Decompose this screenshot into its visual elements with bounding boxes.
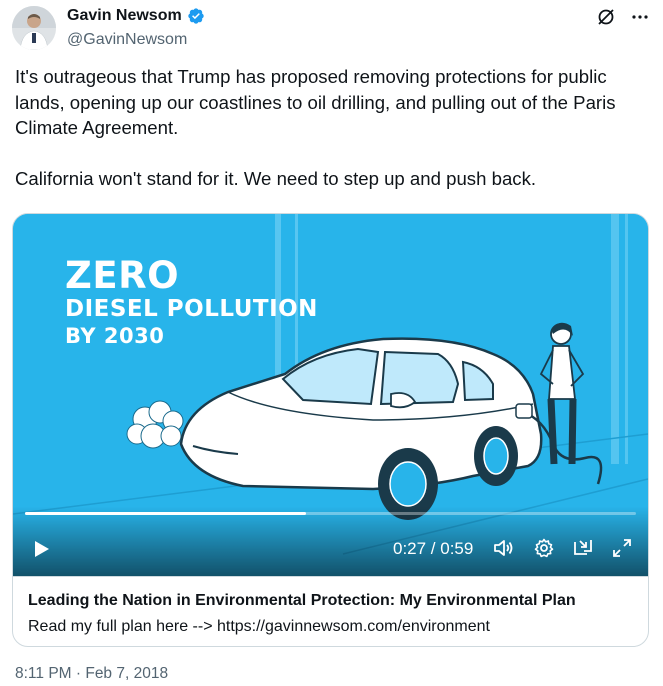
video-overlay-by-2030: BY 2030 [65,324,165,348]
play-icon[interactable] [30,538,52,560]
author-handle[interactable]: @GavinNewsom [67,30,187,50]
pop-out-icon[interactable] [572,537,594,559]
video-player[interactable]: ZERO DIESEL POLLUTION BY 2030 0:27 / 0:5… [13,214,648,576]
verified-badge-icon[interactable] [187,7,205,25]
video-overlay-diesel-pollution: DIESEL POLLUTION [65,296,318,322]
card-title[interactable]: Leading the Nation in Environmental Prot… [28,591,576,611]
avatar[interactable] [12,6,56,50]
link-card-info[interactable]: Leading the Nation in Environmental Prot… [13,576,648,646]
volume-icon[interactable] [492,537,514,559]
card-description[interactable]: Read my full plan here --> https://gavin… [28,617,490,637]
more-icon[interactable] [629,6,651,28]
tweet-text: It's outrageous that Trump has proposed … [15,66,616,189]
video-card[interactable]: ZERO DIESEL POLLUTION BY 2030 0:27 / 0:5… [12,213,649,647]
author-name-row: Gavin Newsom [67,6,205,26]
author-display-name[interactable]: Gavin Newsom [67,6,182,26]
header-actions [595,6,651,28]
settings-gear-icon[interactable] [533,537,555,559]
tweet-timestamp[interactable]: 8:11 PM · Feb 7, 2018 [15,664,168,684]
video-progress-bar[interactable] [25,512,636,515]
grok-icon[interactable] [595,6,617,28]
video-progress-fill [25,512,307,515]
video-time-display: 0:27 / 0:59 [393,539,474,558]
avatar-photo [12,6,56,50]
video-overlay-zero: ZERO [65,254,180,297]
fullscreen-icon[interactable] [611,537,633,559]
